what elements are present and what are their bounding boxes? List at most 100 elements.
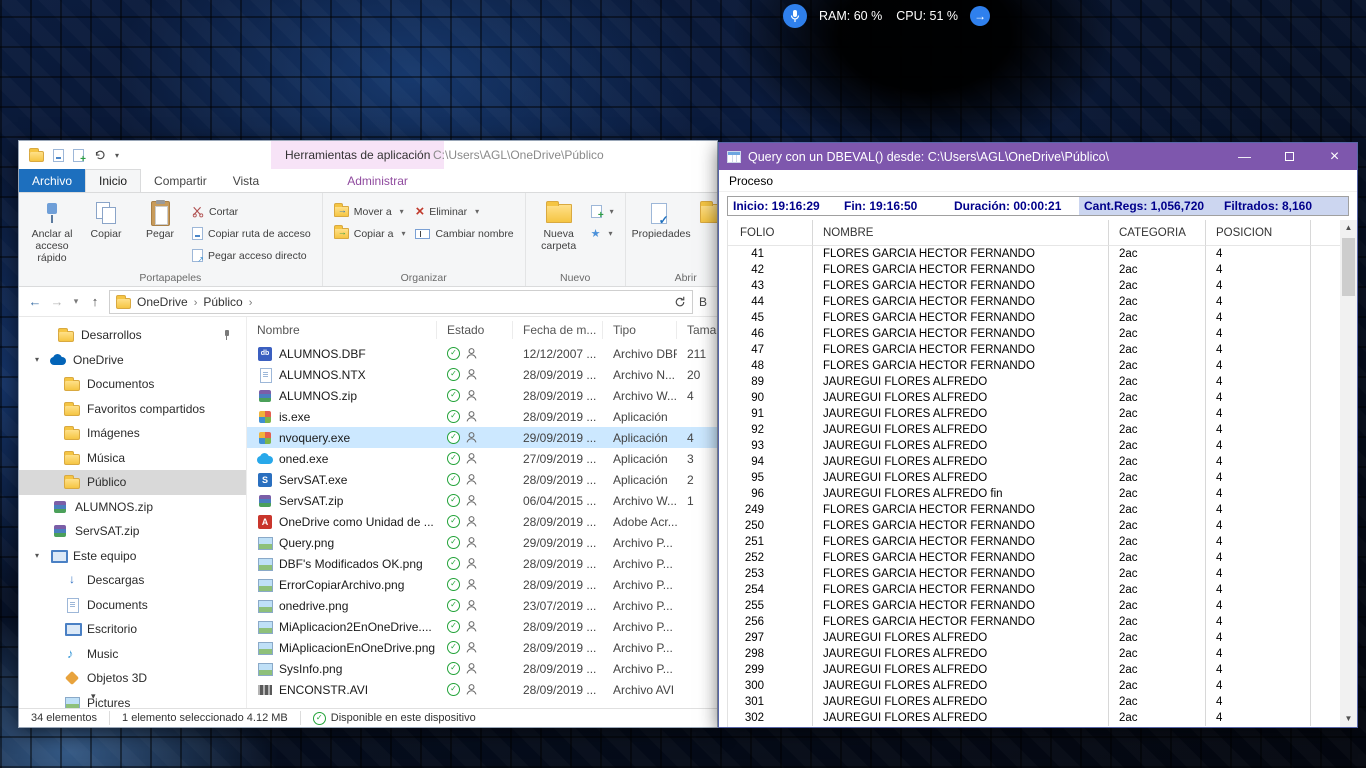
query-row[interactable]: 255 FLORES GARCIA HECTOR FERNANDO 2ac 4 [728, 598, 1340, 614]
qat-new-folder-icon[interactable] [73, 149, 84, 162]
maximize-button[interactable] [1267, 143, 1312, 170]
search-input[interactable]: B [699, 295, 709, 309]
query-row[interactable]: 96 JAUREGUI FLORES ALFREDO fin 2ac 4 [728, 486, 1340, 502]
file-row[interactable]: ALUMNOS.zip 28/09/2019 ... Archivo W... … [247, 385, 717, 406]
query-row[interactable]: 301 JAUREGUI FLORES ALFREDO 2ac 4 [728, 694, 1340, 710]
query-row[interactable]: 89 JAUREGUI FLORES ALFREDO 2ac 4 [728, 374, 1340, 390]
vertical-scrollbar[interactable]: ▲ ▼ [1340, 220, 1357, 727]
explorer-titlebar[interactable]: ▾ Herramientas de aplicación C:\Users\AG… [19, 141, 717, 169]
query-row[interactable]: 91 JAUREGUI FLORES ALFREDO 2ac 4 [728, 406, 1340, 422]
rename-button[interactable]: Cambiar nombre [410, 224, 518, 243]
query-titlebar[interactable]: Query con un DBEVAL() desde: C:\Users\AG… [719, 143, 1357, 170]
query-row[interactable]: 45 FLORES GARCIA HECTOR FERNANDO 2ac 4 [728, 310, 1340, 326]
query-row[interactable]: 300 JAUREGUI FLORES ALFREDO 2ac 4 [728, 678, 1340, 694]
column-header-posicion[interactable]: POSICION [1206, 220, 1311, 246]
close-button[interactable]: × [1312, 143, 1357, 170]
query-row[interactable]: 299 JAUREGUI FLORES ALFREDO 2ac 4 [728, 662, 1340, 678]
easy-access-button[interactable]: ★ [586, 224, 619, 243]
query-row[interactable]: 46 FLORES GARCIA HECTOR FERNANDO 2ac 4 [728, 326, 1340, 342]
file-row[interactable]: MiAplicacion2EnOneDrive.... 28/09/2019 .… [247, 616, 717, 637]
query-row[interactable]: 250 FLORES GARCIA HECTOR FERNANDO 2ac 4 [728, 518, 1340, 534]
tab-inicio[interactable]: Inicio [85, 169, 141, 192]
column-header-estado[interactable]: Estado [437, 321, 513, 339]
column-header-tipo[interactable]: Tipo [603, 321, 677, 339]
query-row[interactable]: 42 FLORES GARCIA HECTOR FERNANDO 2ac 4 [728, 262, 1340, 278]
recent-locations-chevron[interactable]: ▾ [71, 296, 81, 307]
file-row[interactable]: oned.exe 27/09/2019 ... Aplicación 3 [247, 448, 717, 469]
query-row[interactable]: 92 JAUREGUI FLORES ALFREDO 2ac 4 [728, 422, 1340, 438]
new-item-button[interactable] [586, 202, 619, 221]
file-row[interactable]: ErrorCopiarArchivo.png 28/09/2019 ... Ar… [247, 574, 717, 595]
scrollbar-thumb[interactable] [1342, 238, 1355, 296]
query-row[interactable]: 44 FLORES GARCIA HECTOR FERNANDO 2ac 4 [728, 294, 1340, 310]
query-row[interactable]: 249 FLORES GARCIA HECTOR FERNANDO 2ac 4 [728, 502, 1340, 518]
menu-proceso[interactable]: Proceso [729, 174, 773, 188]
file-row[interactable]: DBF's Modificados OK.png 28/09/2019 ... … [247, 553, 717, 574]
query-row[interactable]: 298 JAUREGUI FLORES ALFREDO 2ac 4 [728, 646, 1340, 662]
sidebar-item[interactable]: Documents [19, 593, 246, 618]
file-row[interactable]: Query.png 29/09/2019 ... Archivo P... [247, 532, 717, 553]
breadcrumb-separator-icon[interactable] [249, 295, 253, 309]
tab-vista[interactable]: Vista [220, 169, 272, 192]
query-row[interactable]: 252 FLORES GARCIA HECTOR FERNANDO 2ac 4 [728, 550, 1340, 566]
scroll-down-arrow-icon[interactable]: ▼ [1345, 711, 1353, 727]
query-row[interactable]: 47 FLORES GARCIA HECTOR FERNANDO 2ac 4 [728, 342, 1340, 358]
scroll-up-arrow-icon[interactable]: ▲ [1345, 220, 1353, 236]
sidebar-item[interactable]: ServSAT.zip [19, 519, 246, 544]
column-header-tamano[interactable]: Tama... [677, 321, 717, 339]
forward-button[interactable]: → [49, 294, 65, 309]
column-header-categoria[interactable]: CATEGORIA [1109, 220, 1206, 246]
file-row[interactable]: ALUMNOS.DBF 12/12/2007 ... Archivo DBF 2… [247, 343, 717, 364]
copy-path-button[interactable]: Copiar ruta de acceso [187, 224, 316, 243]
file-row[interactable]: ServSAT.exe 28/09/2019 ... Aplicación 2 [247, 469, 717, 490]
query-row[interactable]: 48 FLORES GARCIA HECTOR FERNANDO 2ac 4 [728, 358, 1340, 374]
query-row[interactable]: 251 FLORES GARCIA HECTOR FERNANDO 2ac 4 [728, 534, 1340, 550]
copy-to-button[interactable]: Copiar a [329, 224, 411, 243]
query-row[interactable]: 302 JAUREGUI FLORES ALFREDO 2ac 4 [728, 710, 1340, 726]
sidebar-item[interactable]: Este equipo [19, 544, 246, 569]
paste-shortcut-button[interactable]: Pegar acceso directo [187, 246, 316, 265]
delete-button[interactable]: × Eliminar [410, 202, 518, 221]
query-row[interactable]: 297 JAUREGUI FLORES ALFREDO 2ac 4 [728, 630, 1340, 646]
file-row[interactable]: ENCONSTR.AVI 28/09/2019 ... Archivo AVI [247, 679, 717, 700]
file-row[interactable]: onedrive.png 23/07/2019 ... Archivo P... [247, 595, 717, 616]
address-box[interactable]: OneDrive Público [109, 290, 693, 314]
query-row[interactable]: 90 JAUREGUI FLORES ALFREDO 2ac 4 [728, 390, 1340, 406]
move-to-button[interactable]: Mover a [329, 202, 411, 221]
query-row[interactable]: 41 FLORES GARCIA HECTOR FERNANDO 2ac 4 [728, 246, 1340, 262]
sidebar-item[interactable]: Música [19, 446, 246, 471]
file-row[interactable]: OneDrive como Unidad de ... 28/09/2019 .… [247, 511, 717, 532]
cut-button[interactable]: Cortar [187, 202, 316, 221]
copy-button[interactable]: Copiar [79, 196, 133, 240]
scroll-down-chevron-icon[interactable]: ▾ [91, 691, 96, 702]
undo-icon[interactable] [93, 149, 106, 161]
column-header-fecha[interactable]: Fecha de m... [513, 321, 603, 339]
query-row[interactable]: 93 JAUREGUI FLORES ALFREDO 2ac 4 [728, 438, 1340, 454]
sidebar-item[interactable]: Desarrollos [19, 323, 246, 348]
sidebar-item[interactable]: Escritorio [19, 617, 246, 642]
qat-customize-chevron-icon[interactable]: ▾ [115, 151, 119, 160]
sidebar-item[interactable]: Pictures [19, 691, 246, 709]
qat-properties-icon[interactable] [53, 149, 64, 162]
open-button[interactable] [686, 196, 717, 228]
sidebar-item[interactable]: Music [19, 642, 246, 667]
tab-administrar[interactable]: Administrar [334, 169, 421, 192]
query-row[interactable]: 254 FLORES GARCIA HECTOR FERNANDO 2ac 4 [728, 582, 1340, 598]
properties-button[interactable]: Propiedades [632, 196, 686, 240]
back-button[interactable]: ← [27, 294, 43, 309]
sidebar-item[interactable]: Descargas [19, 568, 246, 593]
query-row[interactable]: 253 FLORES GARCIA HECTOR FERNANDO 2ac 4 [728, 566, 1340, 582]
context-tab-header[interactable]: Herramientas de aplicación [271, 141, 444, 169]
tab-compartir[interactable]: Compartir [141, 169, 220, 192]
pin-quick-access-button[interactable]: Anclar al acceso rápido [25, 196, 79, 264]
file-row[interactable]: is.exe 28/09/2019 ... Aplicación [247, 406, 717, 427]
column-header-folio[interactable]: FOLIO [728, 220, 813, 246]
file-row[interactable]: MiAplicacionEnOneDrive.png 28/09/2019 ..… [247, 637, 717, 658]
minimize-button[interactable]: — [1222, 143, 1267, 170]
expand-chevron-icon[interactable] [31, 355, 43, 364]
breadcrumb-separator-icon[interactable] [194, 295, 198, 309]
microphone-button[interactable] [783, 4, 807, 28]
query-row[interactable]: 94 JAUREGUI FLORES ALFREDO 2ac 4 [728, 454, 1340, 470]
expand-arrow-button[interactable]: → [970, 6, 990, 26]
file-row[interactable]: SysInfo.png 28/09/2019 ... Archivo P... [247, 658, 717, 679]
